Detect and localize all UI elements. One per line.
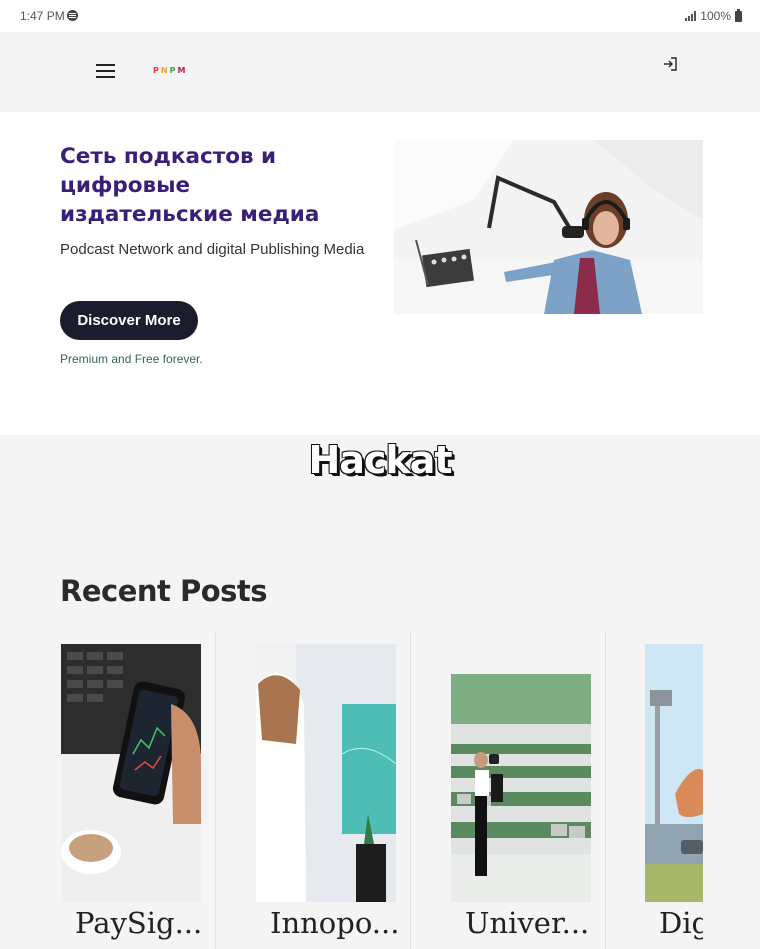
- post-card[interactable]: Dig: [645, 632, 703, 949]
- recent-posts-heading: Recent Posts: [60, 574, 268, 608]
- post-thumbnail: [645, 644, 703, 902]
- hero-subtitle: Podcast Network and digital Publishing M…: [60, 241, 365, 258]
- post-divider: [605, 632, 606, 949]
- logo-letter: P: [153, 66, 161, 75]
- hero-podcast-image: [394, 140, 703, 314]
- post-title: PaySig...: [75, 906, 203, 940]
- discover-more-button[interactable]: Discover More: [60, 301, 198, 340]
- post-title: Univer...: [465, 906, 590, 940]
- pnpm-logo[interactable]: PNPM: [153, 66, 187, 75]
- post-divider: [215, 632, 216, 949]
- hero-title: Сеть подкастов и цифровые издательские м…: [60, 144, 320, 227]
- post-title: Innopo...: [270, 906, 400, 940]
- status-time: 1:47 PM: [20, 9, 65, 23]
- hamburger-menu-icon[interactable]: [96, 64, 115, 78]
- login-icon[interactable]: [662, 56, 678, 72]
- post-thumbnail: [256, 644, 396, 902]
- premium-note: Premium and Free forever.: [60, 352, 203, 366]
- post-thumbnail: [61, 644, 201, 902]
- post-card[interactable]: Univer...: [451, 632, 605, 949]
- post-title: Dig: [659, 906, 703, 940]
- battery-icon: [735, 8, 742, 22]
- brand-word: Hackat: [308, 438, 452, 482]
- post-card[interactable]: PaySig...: [61, 632, 216, 949]
- status-right: 100%: [685, 8, 742, 23]
- post-thumbnail: [451, 644, 591, 902]
- battery-percent: 100%: [700, 9, 731, 23]
- logo-letter: M: [177, 66, 188, 75]
- post-divider: [410, 632, 411, 949]
- logo-letter: N: [160, 66, 170, 75]
- status-bar: 1:47 PM 100%: [0, 0, 760, 32]
- post-card[interactable]: Innopo...: [256, 632, 410, 949]
- signal-icon: [685, 11, 697, 21]
- app-header: PNPM: [0, 32, 760, 112]
- spotify-icon: [67, 10, 78, 21]
